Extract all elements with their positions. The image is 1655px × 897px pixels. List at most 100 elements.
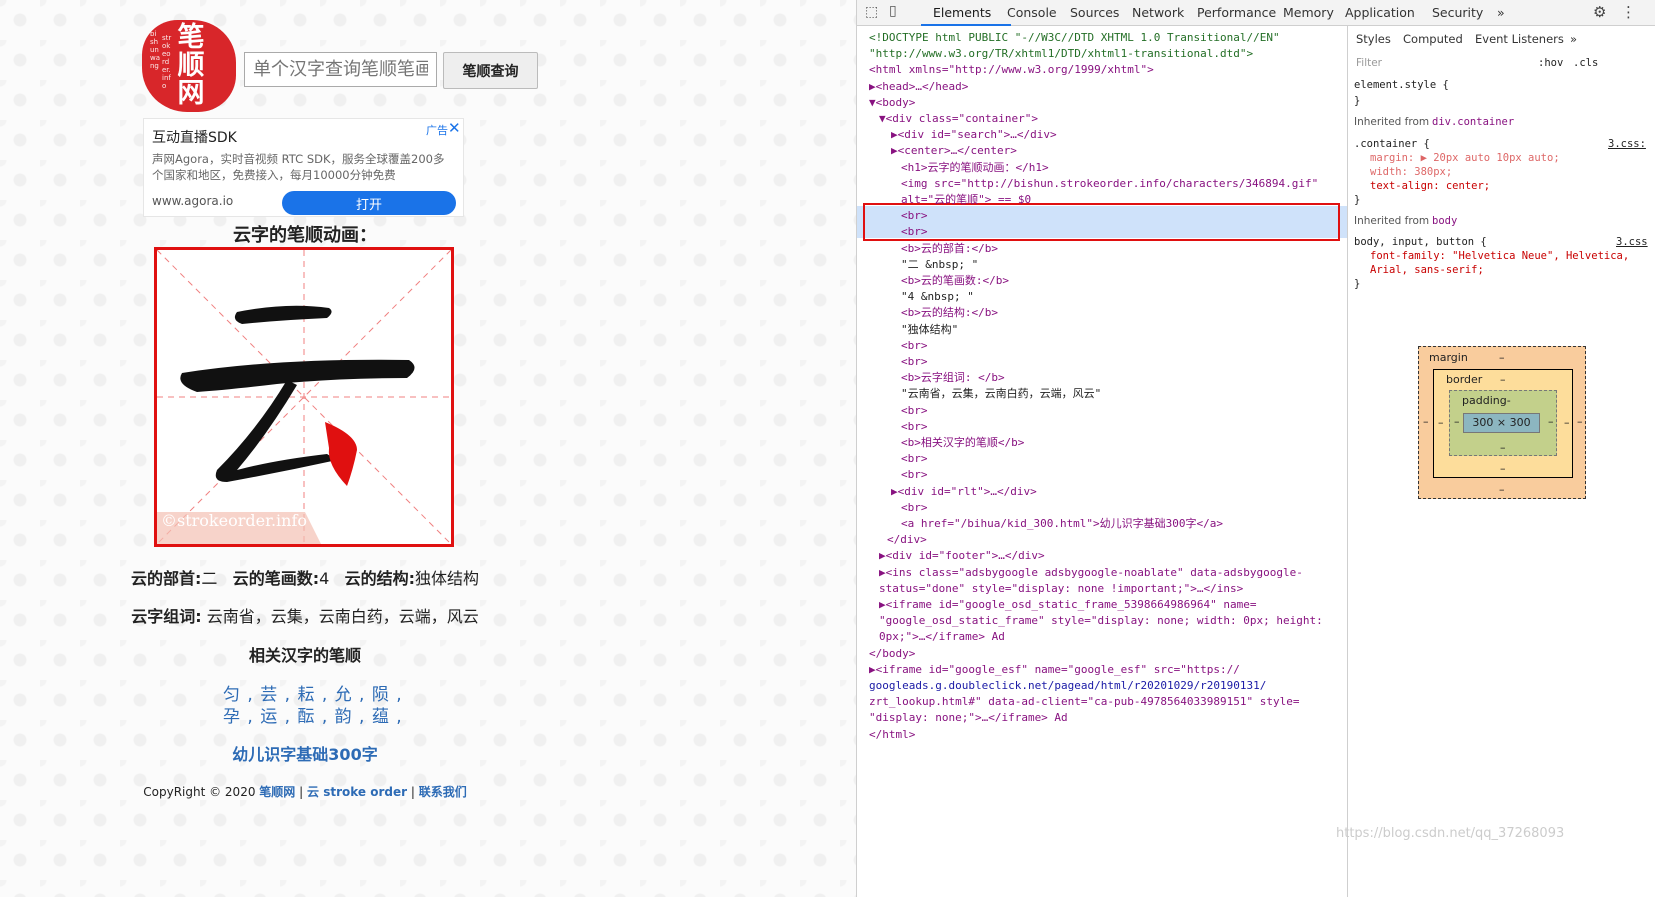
rule-source-link[interactable]: 3.css	[1616, 236, 1648, 248]
dom-node-line[interactable]: </div>	[887, 532, 927, 548]
dom-node-line[interactable]: "独体结构"	[901, 322, 958, 338]
dom-node-line[interactable]: ▶<head>…</head>	[869, 79, 968, 95]
dom-node-line[interactable]: <br>	[901, 354, 928, 370]
dom-node-line[interactable]: ▶<div id="search">…</div>	[891, 127, 1057, 143]
css-property[interactable]: text-align: center;	[1370, 180, 1490, 192]
related-char-link[interactable]: 孕	[223, 707, 241, 727]
dom-node-line[interactable]: </body>	[869, 646, 915, 662]
related-char-link[interactable]: 韵	[335, 707, 353, 727]
dom-node-line[interactable]: <b>云的部首:</b>	[901, 241, 998, 257]
styles-subtab[interactable]: Computed	[1403, 32, 1463, 46]
styles-subtab[interactable]: Event Listeners	[1475, 32, 1564, 46]
dom-node-line[interactable]: <br>	[901, 419, 928, 435]
tab-network[interactable]: Network	[1132, 5, 1184, 20]
css-property[interactable]: font-family: "Helvetica Neue", Helvetica…	[1370, 250, 1629, 262]
radical-label: 云的部首:	[131, 569, 202, 588]
dom-node-line[interactable]: alt="云的笔顺"> == $0	[901, 192, 1031, 208]
inspect-icon[interactable]: ⬚	[865, 4, 878, 20]
tab-sources[interactable]: Sources	[1070, 5, 1119, 20]
dom-node-line[interactable]: "display: none;">…</iframe> Ad	[869, 710, 1068, 726]
site-logo[interactable]: bi shun wang strokeorder.info 笔顺网	[142, 20, 236, 112]
related-char-link[interactable]: 蕴	[372, 707, 390, 727]
styles-subtab[interactable]: »	[1570, 32, 1577, 46]
dom-node-line[interactable]: <img src="http://bishun.strokeorder.info…	[901, 176, 1318, 192]
dom-node-line[interactable]: ▼<div class="container">	[879, 111, 1038, 127]
dom-node-line[interactable]: googleads.g.doubleclick.net/pagead/html/…	[869, 678, 1266, 694]
search-button[interactable]: 笔顺查询	[443, 52, 538, 89]
ad-open-button[interactable]: 打开	[282, 191, 456, 215]
footer-site-link[interactable]: 笔顺网	[259, 785, 295, 799]
dom-node-line[interactable]: <br>	[901, 208, 928, 224]
structure-label: 云的结构:	[344, 569, 415, 588]
styles-subtab[interactable]: Styles	[1356, 32, 1391, 46]
dom-node-line[interactable]: ▶<ins class="adsbygoogle adsbygoogle-noa…	[879, 565, 1303, 581]
rule-close: }	[1354, 194, 1361, 206]
dom-node-line[interactable]: "二 &nbsp; "	[901, 257, 978, 273]
dom-node-line[interactable]: ▶<div id="rlt">…</div>	[891, 484, 1037, 500]
dom-node-line[interactable]: ▶<iframe id="google_esf" name="google_es…	[869, 662, 1240, 678]
dom-node-line[interactable]: "google_osd_static_frame" style="display…	[879, 613, 1323, 629]
related-char-link[interactable]: 运	[260, 707, 278, 727]
devtools-panel: ⬚ ▯ Elements Console Sources Network Perform…	[856, 0, 1655, 897]
dom-node-line[interactable]: ▼<body>	[869, 95, 915, 111]
styles-filter-input[interactable]: Filter	[1356, 57, 1382, 69]
css-property[interactable]: Arial, sans-serif;	[1370, 264, 1484, 276]
tab-performance[interactable]: Performance	[1197, 5, 1276, 20]
close-icon[interactable]: ✕	[448, 119, 461, 137]
dom-node-line[interactable]: "4 &nbsp; "	[901, 289, 974, 305]
inherited-element[interactable]: body	[1432, 215, 1457, 227]
gear-icon[interactable]: ⚙	[1593, 3, 1606, 21]
dom-node-line[interactable]: <b>云字组词: </b>	[901, 370, 1005, 386]
dom-node-line[interactable]: <!DOCTYPE html PUBLIC "-//W3C//DTD XHTML…	[869, 30, 1280, 46]
contact-link[interactable]: 联系我们	[419, 785, 467, 799]
footer-char-link[interactable]: 云 stroke order	[307, 785, 407, 799]
device-toggle-icon[interactable]: ▯	[889, 3, 897, 19]
tab-[interactable]: »	[1497, 5, 1505, 20]
dom-node-line[interactable]: "云南省，云集，云南白药，云端，风云"	[901, 386, 1101, 402]
dom-node-line[interactable]: status="done" style="display: none !impo…	[879, 581, 1243, 597]
words-label: 云字组词:	[131, 607, 202, 626]
tab-elements[interactable]: Elements	[933, 5, 991, 20]
dom-node-line[interactable]: </html>	[869, 727, 915, 743]
dom-node-line[interactable]: <b>云的结构:</b>	[901, 305, 998, 321]
dom-node-line[interactable]: ▶<div id="footer">…</div>	[879, 548, 1045, 564]
dom-node-line[interactable]: ▶<center>…</center>	[891, 143, 1017, 159]
cls-toggle[interactable]: .cls	[1573, 57, 1598, 69]
dom-node-line[interactable]: <html xmlns="http://www.w3.org/1999/xhtm…	[869, 62, 1154, 78]
css-property[interactable]: margin: ▶ 20px auto 10px auto;	[1370, 152, 1560, 164]
dom-node-line[interactable]: <br>	[901, 500, 928, 516]
dom-node-line[interactable]: <br>	[901, 338, 928, 354]
dom-node-line[interactable]: <br>	[901, 224, 928, 240]
search-input[interactable]	[244, 52, 437, 87]
ad-banner[interactable]: 互动直播SDK 广告 ✕ 声网Agora，实时音视频 RTC SDK，服务全球覆…	[143, 118, 464, 217]
dom-node-line[interactable]: <br>	[901, 467, 928, 483]
hov-toggle[interactable]: :hov	[1538, 57, 1563, 69]
css-property[interactable]: width: 380px;	[1370, 166, 1452, 178]
dom-node-line[interactable]: <br>	[901, 451, 928, 467]
dom-node-line[interactable]: ▶<iframe id="google_osd_static_frame_539…	[879, 597, 1257, 613]
dom-node-line[interactable]: <br>	[901, 403, 928, 419]
tab-application[interactable]: Application	[1345, 5, 1415, 20]
inherited-element[interactable]: div.container	[1432, 116, 1514, 128]
tab-console[interactable]: Console	[1007, 5, 1057, 20]
tab-security[interactable]: Security	[1432, 5, 1483, 20]
dom-node-line[interactable]: <b>云的笔画数:</b>	[901, 273, 1009, 289]
more-icon[interactable]: ⋮	[1621, 3, 1636, 21]
inherited-label: Inherited from	[1354, 116, 1430, 128]
elements-tree[interactable]: <!DOCTYPE html PUBLIC "-//W3C//DTD XHTML…	[857, 26, 1347, 897]
dom-node-line[interactable]: 0px;">…</iframe> Ad	[879, 629, 1005, 645]
rule-source-link[interactable]: 3.css:	[1608, 138, 1646, 150]
highlight-box	[863, 203, 1340, 241]
dom-node-line[interactable]: <a href="/bihua/kid_300.html">幼儿识字基础300字…	[901, 516, 1223, 532]
kid-300-link[interactable]: 幼儿识字基础300字	[200, 741, 410, 765]
page-title: 云字的笔顺动画：	[233, 225, 377, 246]
dom-node-line[interactable]: zrt_lookup.html#" data-ad-client="ca-pub…	[869, 694, 1299, 710]
related-title: 相关汉字的笔顺	[248, 646, 361, 665]
dom-node-line[interactable]: <h1>云字的笔顺动画：</h1>	[901, 160, 1049, 176]
csdn-watermark: https://blog.csdn.net/qq_37268093	[1336, 826, 1565, 841]
related-char-link[interactable]: 酝	[297, 707, 315, 727]
tab-memory[interactable]: Memory	[1283, 5, 1334, 20]
rule-selector: body, input, button {	[1354, 236, 1487, 248]
dom-node-line[interactable]: <b>相关汉字的笔顺</b>	[901, 435, 1024, 451]
dom-node-line[interactable]: "http://www.w3.org/TR/xhtml1/DTD/xhtml1-…	[869, 46, 1253, 62]
